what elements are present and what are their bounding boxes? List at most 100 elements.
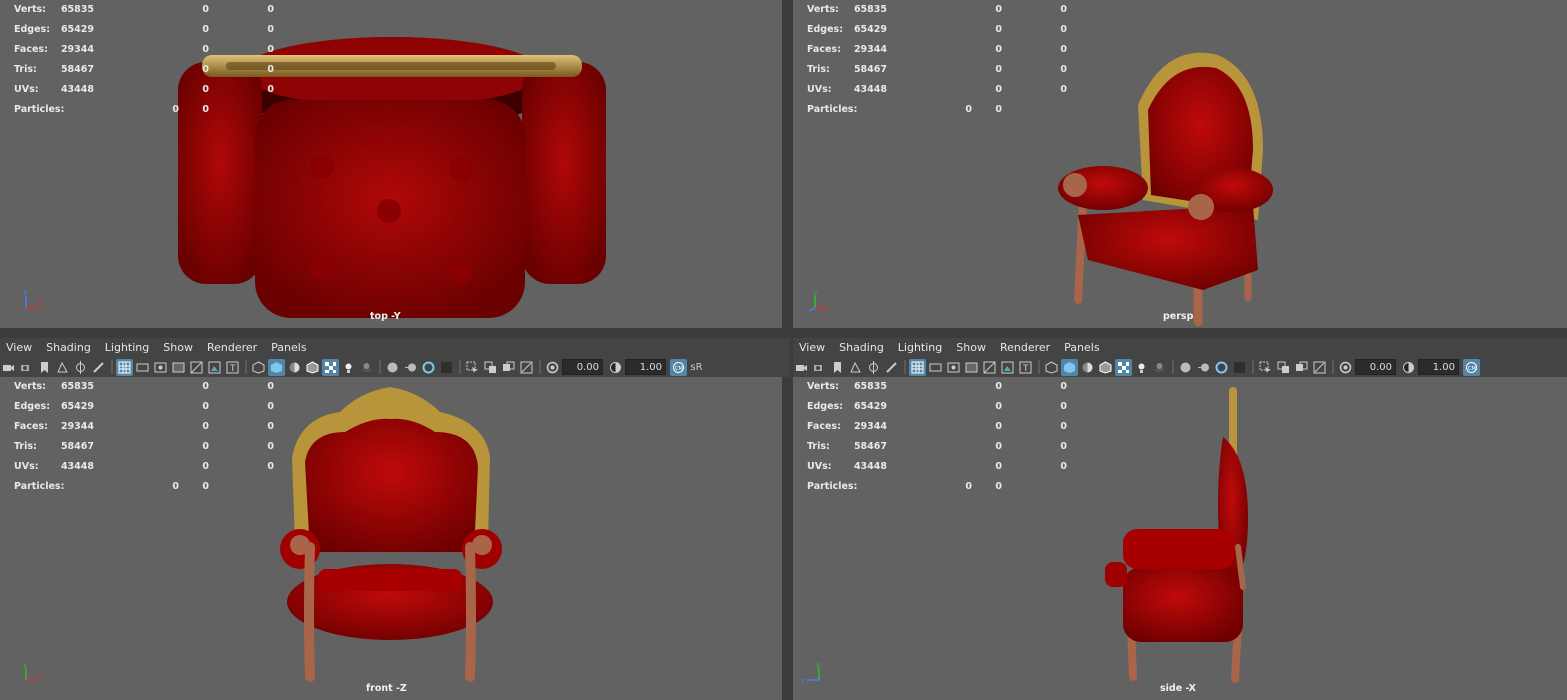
stat-label: Particles: <box>807 481 858 492</box>
stat-value: 65429 <box>60 401 94 412</box>
camera-attributes-icon[interactable] <box>18 359 35 376</box>
smooth-shade-icon[interactable] <box>1061 358 1078 376</box>
exposure-field[interactable]: 0.00 <box>1355 359 1396 375</box>
image-plane-icon[interactable] <box>847 359 864 376</box>
depth-of-field-icon[interactable] <box>438 359 455 376</box>
depth-of-field-icon[interactable] <box>1231 359 1248 376</box>
safe-title-icon[interactable]: T <box>1017 359 1034 376</box>
wireframe-icon[interactable] <box>250 359 267 376</box>
shadows-icon[interactable] <box>1151 359 1168 376</box>
stat-value: 29344 <box>853 44 887 55</box>
xray-joints-icon[interactable] <box>1311 359 1328 376</box>
use-all-lights-icon[interactable] <box>1133 359 1150 376</box>
gate-mask-icon[interactable] <box>963 359 980 376</box>
grid-toggle-icon[interactable] <box>909 358 926 376</box>
xray-active-components-icon[interactable] <box>1293 359 1310 376</box>
camera-attributes-icon[interactable] <box>811 359 828 376</box>
film-gate-icon[interactable] <box>927 359 944 376</box>
field-chart-icon[interactable] <box>188 359 205 376</box>
shadows-icon[interactable] <box>358 359 375 376</box>
wireframe-icon[interactable] <box>1043 359 1060 376</box>
color-management-icon[interactable]: CM <box>1463 358 1480 376</box>
stats-hud-top: Verts: 65835 0 0 Edges: 65429 0 0 Faces: 29344 0… <box>14 4 274 124</box>
smooth-shade-icon[interactable] <box>268 358 285 376</box>
menu-renderer[interactable]: Renderer <box>207 341 257 355</box>
safe-action-icon[interactable] <box>206 359 223 376</box>
menu-lighting[interactable]: Lighting <box>898 341 942 355</box>
exposure-field[interactable]: 0.00 <box>562 359 603 375</box>
textured-icon[interactable] <box>1115 358 1132 376</box>
multisample-aa-icon[interactable] <box>1213 359 1230 376</box>
stat-value: 43448 <box>60 461 94 472</box>
screen-space-ao-icon[interactable] <box>1177 359 1194 376</box>
menu-view[interactable]: View <box>6 341 32 355</box>
stat-value: 0 <box>267 24 274 35</box>
image-plane-icon[interactable] <box>54 359 71 376</box>
xray-icon[interactable] <box>482 359 499 376</box>
resolution-gate-icon[interactable] <box>152 359 169 376</box>
default-material-icon[interactable] <box>286 359 303 376</box>
menu-shading[interactable]: Shading <box>839 341 884 355</box>
field-chart-icon[interactable] <box>981 359 998 376</box>
stat-value: 0 <box>995 64 1002 75</box>
bookmark-icon[interactable] <box>829 359 846 376</box>
bookmark-icon[interactable] <box>36 359 53 376</box>
menu-renderer[interactable]: Renderer <box>1000 341 1050 355</box>
stat-value: 0 <box>995 44 1002 55</box>
camera-select-icon[interactable] <box>0 359 17 376</box>
exposure-icon[interactable] <box>544 359 561 376</box>
stat-label: Faces: <box>14 44 48 55</box>
color-management-icon[interactable]: CM <box>670 358 687 376</box>
grease-pencil-icon[interactable] <box>883 359 900 376</box>
menu-lighting[interactable]: Lighting <box>105 341 149 355</box>
stat-value: 0 <box>965 481 972 492</box>
wireframe-on-shaded-icon[interactable] <box>304 359 321 376</box>
menu-shading[interactable]: Shading <box>46 341 91 355</box>
menu-show[interactable]: Show <box>163 341 193 355</box>
motion-blur-icon[interactable] <box>402 359 419 376</box>
2d-pan-zoom-icon[interactable] <box>865 359 882 376</box>
isolate-select-icon[interactable] <box>1257 359 1274 376</box>
viewport-persp[interactable]: Verts: 65835 0 0 Edges: 65429 0 0 Faces: 29344 0… <box>793 0 1567 328</box>
isolate-select-icon[interactable] <box>464 359 481 376</box>
camera-select-icon[interactable] <box>793 359 810 376</box>
stat-value: 43448 <box>853 84 887 95</box>
stat-value: 43448 <box>853 461 887 472</box>
viewport-top[interactable]: Verts: 65835 0 0 Edges: 65429 0 0 Faces: 29344 0… <box>0 0 782 328</box>
gamma-icon[interactable] <box>1400 359 1417 376</box>
menu-show[interactable]: Show <box>956 341 986 355</box>
wireframe-on-shaded-icon[interactable] <box>1097 359 1114 376</box>
menu-panels[interactable]: Panels <box>271 341 306 355</box>
resolution-gate-icon[interactable] <box>945 359 962 376</box>
gamma-field[interactable]: 1.00 <box>1418 359 1459 375</box>
grease-pencil-icon[interactable] <box>90 359 107 376</box>
textured-icon[interactable] <box>322 358 339 376</box>
viewport-front[interactable]: Verts: 65835 0 0 Edges: 65429 0 0 Faces: 29344 0… <box>0 377 782 700</box>
gamma-icon[interactable] <box>607 359 624 376</box>
exposure-icon[interactable] <box>1337 359 1354 376</box>
safe-title-icon[interactable]: T <box>224 359 241 376</box>
gamma-field[interactable]: 1.00 <box>625 359 666 375</box>
stat-value: 0 <box>267 441 274 452</box>
stat-label: Verts: <box>807 4 839 15</box>
xray-icon[interactable] <box>1275 359 1292 376</box>
viewport-side[interactable]: Verts: 65835 0 0 Edges: 65429 0 0 Faces: 29344 0… <box>793 377 1567 700</box>
screen-space-ao-icon[interactable] <box>384 359 401 376</box>
film-gate-icon[interactable] <box>134 359 151 376</box>
safe-action-icon[interactable] <box>999 359 1016 376</box>
gate-mask-icon[interactable] <box>170 359 187 376</box>
multisample-aa-icon[interactable] <box>420 359 437 376</box>
stat-label: Tris: <box>807 64 830 75</box>
menu-panels[interactable]: Panels <box>1064 341 1099 355</box>
default-material-icon[interactable] <box>1079 359 1096 376</box>
menu-view[interactable]: View <box>799 341 825 355</box>
stat-value: 0 <box>172 481 179 492</box>
motion-blur-icon[interactable] <box>1195 359 1212 376</box>
use-all-lights-icon[interactable] <box>340 359 357 376</box>
stat-label: Edges: <box>14 401 50 412</box>
2d-pan-zoom-icon[interactable] <box>72 359 89 376</box>
grid-toggle-icon[interactable] <box>116 358 133 376</box>
stat-value: 58467 <box>60 441 94 452</box>
xray-active-components-icon[interactable] <box>500 359 517 376</box>
xray-joints-icon[interactable] <box>518 359 535 376</box>
